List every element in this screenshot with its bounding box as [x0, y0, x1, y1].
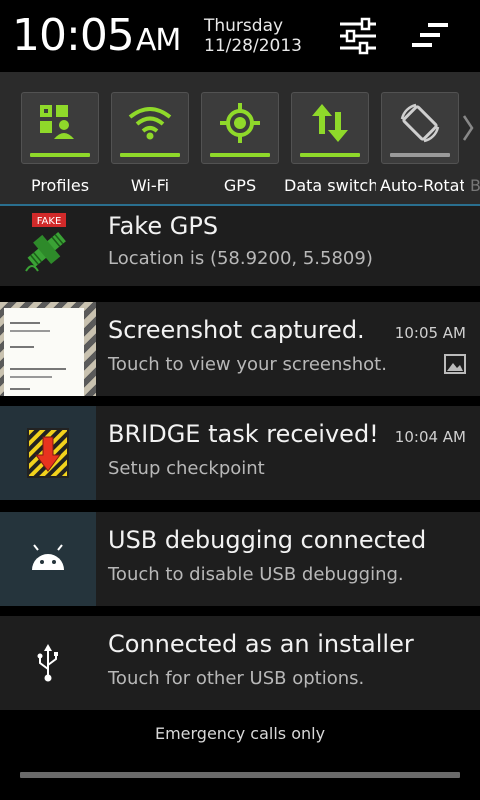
toggle-indicator — [300, 153, 360, 157]
toggle-label-auto-rotate: Auto-Rotate — [380, 176, 464, 195]
toggles-scroll-right[interactable] — [460, 108, 476, 148]
gps-icon — [220, 103, 260, 143]
profiles-icon — [40, 105, 74, 139]
auto-rotate-icon — [400, 103, 440, 143]
clock: 10:05AM — [12, 10, 181, 67]
emergency-calls-label: Emergency calls only — [154, 724, 326, 743]
notification-text: Touch to disable USB debugging. — [108, 564, 404, 585]
day-label: Thursday — [204, 16, 284, 36]
notification-text: Location is (58.9200, 5.5809) — [108, 248, 373, 269]
date-block: Thursday 11/28/2013 — [204, 16, 302, 56]
notification-screenshot[interactable]: Screenshot captured. Touch to view your … — [0, 302, 480, 396]
wifi-icon — [128, 107, 172, 140]
toggle-indicator — [390, 153, 450, 157]
sliders-icon — [340, 17, 376, 55]
toggle-indicator — [120, 153, 180, 157]
toggle-indicator — [30, 153, 90, 157]
quick-settings-toggles: Profiles Wi-Fi GPS Data switch Auto-Rota… — [0, 72, 480, 204]
toggle-auto-rotate[interactable] — [381, 92, 459, 164]
fake-gps-icon: FAKE — [25, 213, 66, 272]
toggle-label-wifi: Wi-Fi — [130, 176, 170, 195]
notification-title: USB debugging connected — [108, 526, 427, 554]
notification-title: BRIDGE task received! — [108, 420, 379, 448]
toggle-label-gps: GPS — [223, 176, 257, 195]
notification-time: 10:05 AM — [394, 324, 466, 342]
chevron-right-icon — [462, 115, 474, 141]
image-icon — [444, 354, 466, 374]
usb-icon — [37, 644, 58, 682]
notification-text: Touch for other USB options. — [108, 668, 365, 689]
settings-button[interactable] — [336, 14, 380, 58]
toggle-profiles[interactable] — [21, 92, 99, 164]
android-icon — [32, 544, 64, 570]
notification-usb-installer[interactable]: Connected as an installer Touch for othe… — [0, 616, 480, 710]
drag-handle[interactable] — [20, 772, 460, 778]
toggle-data-switch[interactable] — [291, 92, 369, 164]
toggle-label-partial: B — [470, 176, 480, 195]
toggle-label-data-switch: Data switch — [284, 176, 376, 195]
bridge-task-icon — [27, 428, 69, 478]
screenshot-thumbnail — [0, 302, 96, 396]
notification-text: Setup checkpoint — [108, 458, 265, 479]
notification-fake-gps[interactable]: FAKE Fake GPS Location is (58.9200, 5.58… — [0, 206, 480, 286]
clock-ampm: AM — [135, 23, 181, 58]
data-switch-icon — [312, 104, 348, 142]
notification-bridge[interactable]: BRIDGE task received! Setup checkpoint 1… — [0, 406, 480, 500]
date-label: 11/28/2013 — [204, 36, 302, 56]
toggle-label-profiles: Profiles — [30, 176, 90, 195]
notification-title: Screenshot captured. — [108, 316, 365, 344]
clear-all-button[interactable] — [408, 14, 452, 58]
toggle-gps[interactable] — [201, 92, 279, 164]
clear-all-icon — [412, 23, 448, 47]
toggle-wifi[interactable] — [111, 92, 189, 164]
svg-text:FAKE: FAKE — [37, 216, 62, 227]
clock-time: 10:05 — [12, 10, 135, 61]
notification-text: Touch to view your screenshot. — [108, 354, 387, 375]
notification-title: Connected as an installer — [108, 630, 414, 658]
notification-time: 10:04 AM — [394, 428, 466, 446]
notification-usb-debugging[interactable]: USB debugging connected Touch to disable… — [0, 512, 480, 606]
toggle-indicator — [210, 153, 270, 157]
notification-header: 10:05AM Thursday 11/28/2013 — [0, 0, 480, 72]
notification-title: Fake GPS — [108, 212, 219, 240]
